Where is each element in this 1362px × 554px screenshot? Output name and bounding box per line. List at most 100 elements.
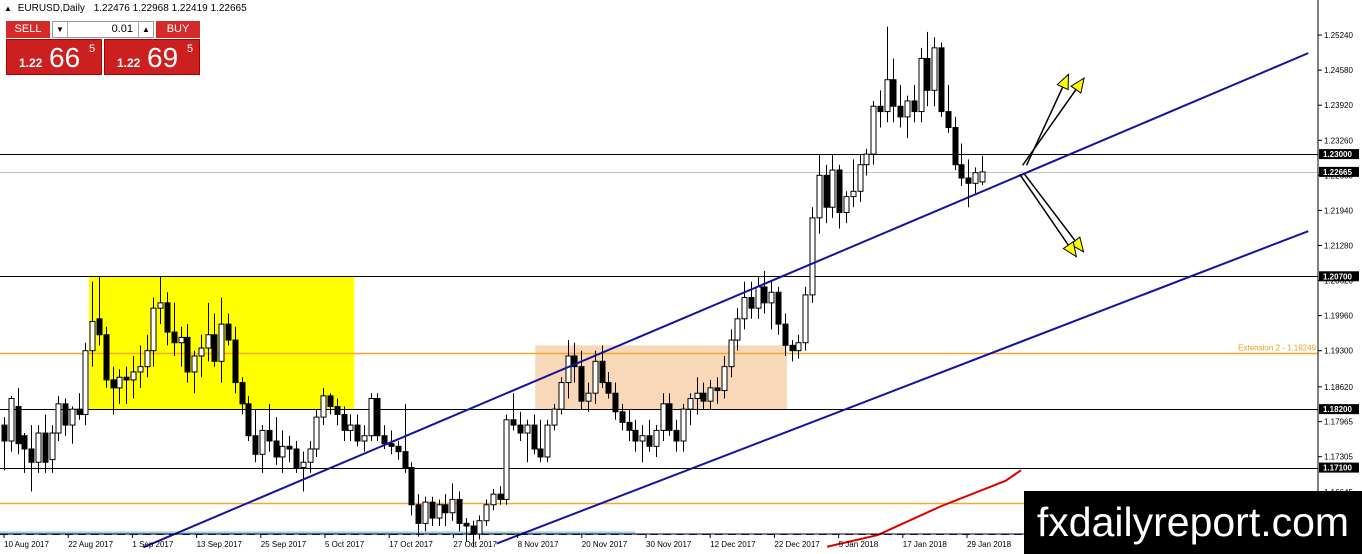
candle — [938, 42, 945, 117]
candle-body-bull — [144, 350, 151, 368]
candle-body-bear — [537, 448, 544, 458]
candle-body-bear — [164, 302, 171, 333]
lot-increase-icon[interactable]: ▲ — [138, 22, 153, 37]
candle-body-bear — [252, 435, 259, 455]
candle-body-bear — [211, 334, 218, 362]
candle-body-bear — [1, 424, 8, 442]
candle-body-bull — [755, 286, 762, 309]
collapse-triangle-icon[interactable]: ▲ — [4, 4, 12, 13]
candle-body-bear — [62, 403, 69, 426]
candle-body-bear — [408, 467, 415, 506]
candle-body-bear — [232, 339, 239, 384]
candle-body-bull — [490, 493, 497, 506]
candle-body-bull — [551, 408, 558, 426]
candle-body-bear — [341, 413, 348, 431]
buy-price-quote[interactable]: 1.22 69 5 — [104, 39, 200, 75]
candle — [918, 47, 925, 123]
candle-body-bear — [273, 440, 280, 458]
candle-body-bear — [15, 405, 22, 445]
candle-body-bear — [171, 331, 178, 344]
candle-body-bull — [734, 318, 741, 341]
lot-size-stepper[interactable]: ▼ 0.01 ▲ — [52, 21, 154, 38]
lot-decrease-icon[interactable]: ▼ — [53, 22, 68, 37]
candle-body-bull — [728, 339, 735, 368]
candle-body-bull — [191, 355, 198, 373]
candle-body-bear — [517, 424, 524, 434]
candle-body-bull — [741, 297, 748, 320]
sell-button[interactable]: SELL — [6, 21, 50, 38]
candle-body-bull — [259, 429, 266, 455]
candle-body-bull — [694, 392, 701, 400]
candle-body-bear — [646, 435, 653, 447]
candle-body-bear — [354, 424, 361, 442]
candle-body-bull — [850, 190, 857, 198]
candle-body-bear — [700, 392, 707, 402]
candle-body-bull — [585, 392, 592, 402]
candle-body-bull — [565, 355, 572, 384]
candle-body-bull — [49, 432, 56, 461]
candle-body-bear — [327, 395, 334, 407]
candle-body-bull — [843, 196, 850, 214]
candle-body-bull — [639, 435, 646, 442]
candle-body-bull — [368, 398, 375, 437]
candle-body-bull — [972, 172, 979, 184]
candle-body-bull — [130, 371, 137, 381]
candle — [802, 286, 809, 351]
candle-body-bear — [266, 429, 273, 442]
candle-body-bull — [218, 323, 225, 362]
buy-button[interactable]: BUY — [156, 21, 200, 38]
symbol-label: EURUSD,Daily — [17, 3, 85, 14]
watermark-logo: fxdailyreport.com — [1024, 491, 1362, 554]
candle-body-bear — [293, 448, 300, 469]
candle-body-bear — [612, 392, 619, 413]
candle-body-bear — [28, 448, 35, 463]
candle-body-bull — [503, 419, 510, 500]
x-tick-label: 27 Oct 2017 — [453, 540, 497, 549]
y-tick-label: 1.21280 — [1324, 241, 1353, 250]
candle-body-bear — [42, 432, 49, 463]
candle-body-bull — [816, 174, 823, 219]
y-tick-label: 1.24580 — [1324, 66, 1353, 75]
candle-body-bear — [938, 47, 945, 113]
y-tick-label: 1.18620 — [1324, 383, 1353, 392]
candle — [103, 326, 110, 388]
y-tick-label: 1.19300 — [1324, 347, 1353, 356]
lot-size-value[interactable]: 0.01 — [69, 22, 137, 37]
one-click-trading-panel: SELL ▼ 0.01 ▲ BUY 1.22 66 5 1.22 69 5 — [6, 21, 200, 75]
candle — [368, 393, 375, 442]
y-tick-label: 1.17305 — [1324, 453, 1353, 462]
candle-body-bull — [89, 320, 96, 352]
x-tick-label: 30 Nov 2017 — [646, 540, 692, 549]
buy-price-pips: 69 — [147, 42, 179, 73]
candle-body-bull — [178, 336, 185, 344]
x-tick-label: 13 Sep 2017 — [197, 540, 243, 549]
x-tick-label: 25 Sep 2017 — [261, 540, 307, 549]
candle-body-bear — [96, 318, 103, 336]
candle-body-bear — [470, 525, 477, 535]
x-tick-label: 22 Dec 2017 — [774, 540, 820, 549]
sell-price-prefix: 1.22 — [19, 56, 43, 70]
candle-body-bear — [619, 411, 626, 423]
candle-body-bull — [347, 424, 354, 431]
buy-price-prefix: 1.22 — [117, 56, 141, 70]
candle — [544, 419, 551, 463]
candle-body-bull — [69, 408, 76, 426]
candle-body-bear — [388, 443, 395, 447]
candle-body-bull — [904, 100, 911, 118]
candle-body-bear — [632, 429, 639, 442]
candle-body-bull — [55, 403, 62, 434]
x-tick-label: 17 Jan 2018 — [903, 540, 948, 549]
candle-body-bear — [945, 111, 952, 129]
candle-body-bear — [531, 424, 538, 450]
sell-price-fraction: 5 — [89, 43, 96, 55]
y-tick-label: 1.23920 — [1324, 101, 1353, 110]
candle-body-bear — [775, 291, 782, 325]
sell-price-quote[interactable]: 1.22 66 5 — [6, 39, 102, 75]
candle-body-bear — [666, 403, 673, 431]
price-chart[interactable]: Extension 2 - 1.19249Extension 1 - 1.164… — [0, 0, 1362, 554]
candle-body-bull — [157, 302, 164, 309]
candle-body-bear — [429, 501, 436, 519]
y-tick-label: 1.21940 — [1324, 206, 1353, 215]
candle-body-bear — [789, 344, 796, 352]
candle-body-bear — [334, 405, 341, 415]
